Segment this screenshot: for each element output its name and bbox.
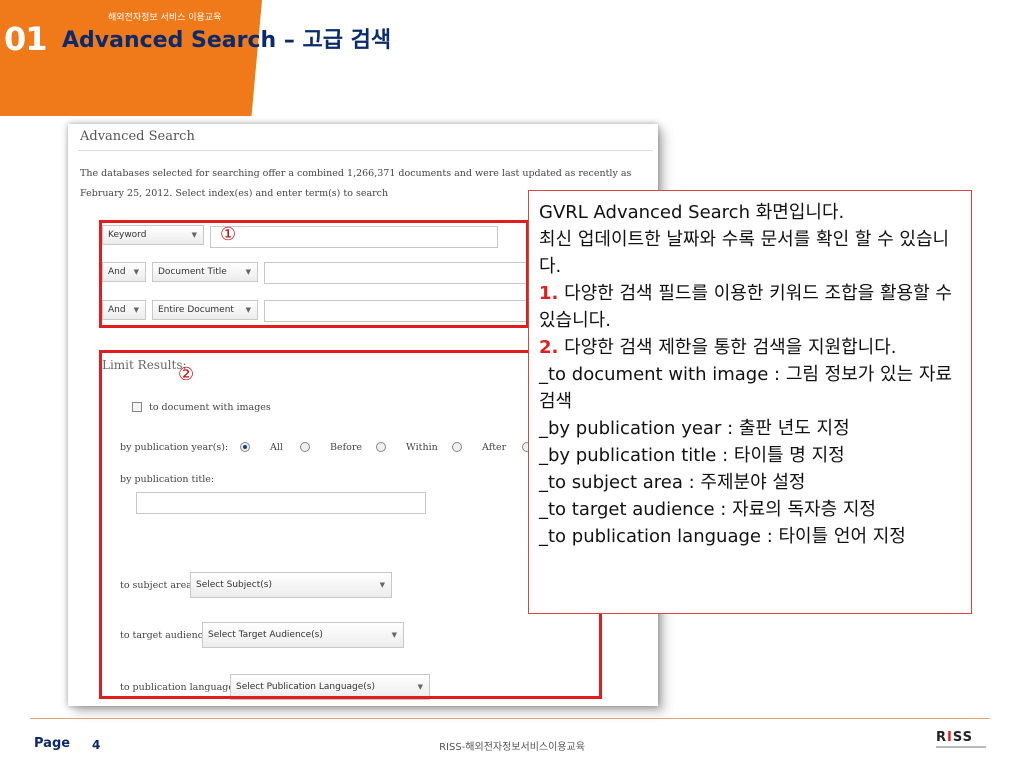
callout-line-2: 최신 업데이트한 날짜와 수록 문서를 확인 할 수 있습니다. [539,229,950,277]
divider [78,150,653,151]
callout-desc-1: _to document with image : 그림 정보가 있는 자료 검… [539,364,953,412]
item-1-text: 다양한 검색 필드를 이용한 키워드 조합을 활용할 수 있습니다. [539,283,952,331]
highlight-search-fields [99,220,529,328]
footer-divider [30,718,990,719]
callout-desc-5: _to target audience : 자료의 독자층 지정 [539,499,876,520]
section-number: 01 [4,20,48,58]
callout-desc-2: _by publication year : 출판 년도 지정 [539,418,850,439]
page-title: Advanced Search – 고급 검색 [62,28,392,53]
panel-heading: Advanced Search [80,129,195,144]
item-2-number: 2. [539,337,559,358]
logo-letters-ss: SS [952,730,974,745]
logo-letter-r: R [936,730,948,745]
callout-desc-3: _by publication title : 타이틀 명 지정 [539,445,845,466]
callout-desc-6: _to publication language : 타이틀 언어 지정 [539,526,906,547]
riss-logo: RISS [936,730,973,745]
marker-2: ② [178,364,195,385]
callout-item-2: 2. 다양한 검색 제한을 통한 검색을 지원합니다. [539,334,961,361]
explanation-callout: GVRL Advanced Search 화면입니다. 최신 업데이트한 날짜와… [528,190,972,614]
marker-1: ① [220,224,237,245]
footer-center-text: RISS-해외전자정보서비스이용교육 [439,742,585,753]
callout-item-1: 1. 다양한 검색 필드를 이용한 키워드 조합을 활용할 수 있습니다. [539,280,961,334]
item-2-text: 다양한 검색 제한을 통한 검색을 지원합니다. [558,337,897,358]
callout-line-1: GVRL Advanced Search 화면입니다. [539,202,845,223]
callout-desc-4: _to subject area : 주제분야 설정 [539,472,806,493]
item-1-number: 1. [539,283,559,304]
highlight-limit-results [99,350,602,699]
logo-underline [936,746,986,748]
header-banner: 해외전자정보 서비스 이용교육 01 [0,0,262,116]
